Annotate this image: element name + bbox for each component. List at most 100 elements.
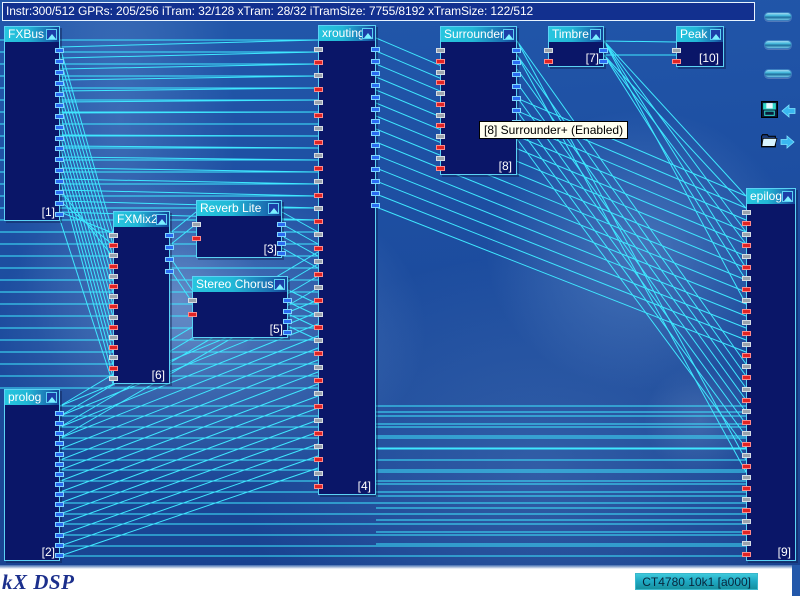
input-port[interactable] [742, 519, 751, 524]
input-port[interactable] [109, 315, 118, 320]
input-port[interactable] [742, 364, 751, 369]
input-port[interactable] [742, 420, 751, 425]
input-port[interactable] [742, 541, 751, 546]
input-port[interactable] [314, 312, 323, 317]
output-port[interactable] [55, 452, 64, 457]
output-port[interactable] [371, 191, 380, 196]
load-preset-button[interactable] [759, 131, 799, 153]
input-port[interactable] [742, 243, 751, 248]
output-port[interactable] [277, 251, 286, 256]
input-port[interactable] [742, 398, 751, 403]
node-xrouting-titlebar[interactable]: xrouting [319, 26, 375, 41]
output-port[interactable] [371, 179, 380, 184]
input-port[interactable] [109, 284, 118, 289]
output-port[interactable] [371, 59, 380, 64]
output-port[interactable] [55, 103, 64, 108]
input-port[interactable] [436, 113, 445, 118]
output-port[interactable] [512, 96, 521, 101]
input-port[interactable] [436, 102, 445, 107]
output-port[interactable] [277, 232, 286, 237]
input-port[interactable] [742, 387, 751, 392]
node-fxbus-titlebar[interactable]: FXBus [5, 27, 59, 42]
output-port[interactable] [599, 48, 608, 53]
input-port[interactable] [109, 294, 118, 299]
input-port[interactable] [436, 59, 445, 64]
output-port[interactable] [55, 125, 64, 130]
input-port[interactable] [314, 100, 323, 105]
input-port[interactable] [109, 264, 118, 269]
node-prolog-titlebar[interactable]: prolog [5, 390, 59, 405]
input-port[interactable] [314, 179, 323, 184]
input-port[interactable] [742, 309, 751, 314]
output-port[interactable] [371, 119, 380, 124]
output-port[interactable] [55, 522, 64, 527]
input-port[interactable] [314, 126, 323, 131]
output-port[interactable] [55, 70, 64, 75]
input-port[interactable] [742, 276, 751, 281]
output-port[interactable] [371, 143, 380, 148]
input-port[interactable] [109, 253, 118, 258]
output-port[interactable] [371, 167, 380, 172]
node-fxbus[interactable]: FXBus [1] [4, 26, 60, 221]
output-port[interactable] [55, 168, 64, 173]
input-port[interactable] [314, 298, 323, 303]
input-port[interactable] [109, 376, 118, 381]
output-port[interactable] [371, 203, 380, 208]
output-port[interactable] [371, 95, 380, 100]
output-port[interactable] [512, 48, 521, 53]
input-port[interactable] [314, 206, 323, 211]
output-port[interactable] [55, 502, 64, 507]
output-port[interactable] [55, 512, 64, 517]
output-port[interactable] [55, 157, 64, 162]
node-timbre-titlebar[interactable]: Timbre [549, 27, 603, 42]
input-port[interactable] [314, 246, 323, 251]
output-port[interactable] [512, 108, 521, 113]
output-port[interactable] [55, 114, 64, 119]
output-port[interactable] [55, 201, 64, 206]
output-port[interactable] [371, 155, 380, 160]
output-port[interactable] [55, 431, 64, 436]
input-port[interactable] [314, 193, 323, 198]
input-port[interactable] [742, 265, 751, 270]
input-port[interactable] [742, 453, 751, 458]
input-port[interactable] [314, 140, 323, 145]
collapse-icon[interactable] [268, 203, 279, 214]
save-preset-button[interactable] [759, 100, 799, 122]
input-port[interactable] [314, 60, 323, 65]
input-port[interactable] [314, 444, 323, 449]
input-port[interactable] [314, 365, 323, 370]
input-port[interactable] [742, 530, 751, 535]
collapse-icon[interactable] [362, 28, 373, 39]
input-port[interactable] [742, 320, 751, 325]
input-port[interactable] [314, 47, 323, 52]
node-prolog[interactable]: prolog [2] [4, 389, 60, 561]
input-port[interactable] [314, 457, 323, 462]
input-port[interactable] [314, 285, 323, 290]
input-port[interactable] [742, 221, 751, 226]
input-port[interactable] [314, 73, 323, 78]
output-port[interactable] [55, 59, 64, 64]
node-stereo-chorus-titlebar[interactable]: Stereo Chorus [193, 277, 287, 292]
scrollbar-pill-1-handle[interactable] [764, 12, 792, 21]
input-port[interactable] [742, 431, 751, 436]
input-port[interactable] [109, 325, 118, 330]
node-stereo-chorus[interactable]: Stereo Chorus [5] [192, 276, 288, 338]
input-port[interactable] [672, 48, 681, 53]
node-surrounder-titlebar[interactable]: Surrounder+ [441, 27, 516, 42]
output-port[interactable] [55, 179, 64, 184]
input-port[interactable] [109, 335, 118, 340]
input-port[interactable] [314, 431, 323, 436]
input-port[interactable] [314, 153, 323, 158]
input-port[interactable] [436, 91, 445, 96]
output-port[interactable] [55, 472, 64, 477]
input-port[interactable] [192, 222, 201, 227]
input-port[interactable] [742, 353, 751, 358]
output-port[interactable] [55, 462, 64, 467]
input-port[interactable] [314, 378, 323, 383]
output-port[interactable] [283, 319, 292, 324]
input-port[interactable] [109, 366, 118, 371]
input-port[interactable] [314, 404, 323, 409]
output-port[interactable] [55, 212, 64, 217]
input-port[interactable] [742, 210, 751, 215]
input-port[interactable] [314, 232, 323, 237]
